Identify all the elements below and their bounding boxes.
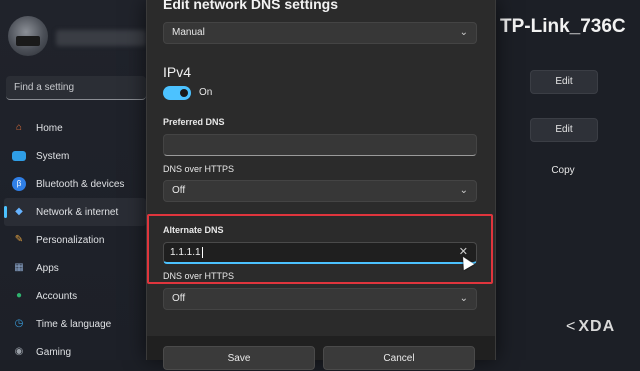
dns-over-https-value-1: Off [172, 185, 186, 196]
alternate-dns-input[interactable]: 1.1.1.1 ✕ [163, 242, 477, 264]
sidebar-item-label: Time & language [36, 318, 112, 330]
user-avatar[interactable] [8, 16, 48, 56]
sidebar-item-gaming[interactable]: ◉ Gaming [0, 338, 146, 366]
dialog-title: Edit network DNS settings [163, 0, 339, 12]
preferred-dns-input[interactable] [163, 134, 477, 156]
apps-icon: ▦ [14, 262, 24, 273]
sidebar-item-home[interactable]: ⌂ Home [0, 114, 146, 142]
monitor-icon [12, 151, 26, 161]
xda-watermark: < XDA [566, 318, 615, 336]
sidebar-item-bluetooth[interactable]: β Bluetooth & devices [0, 170, 146, 198]
text-caret [201, 246, 203, 258]
dns-over-https-select-2[interactable]: Off ⌄ [163, 288, 477, 310]
sidebar-item-time-language[interactable]: ◷ Time & language [0, 310, 146, 338]
sidebar-item-label: Bluetooth & devices [36, 178, 125, 190]
find-setting-input[interactable]: Find a setting [6, 76, 146, 100]
bluetooth-icon: β [12, 177, 26, 191]
edit-dns-button[interactable]: Edit [530, 118, 598, 142]
xda-text: XDA [578, 318, 616, 335]
network-name-title: TP-Link_736C [500, 16, 626, 37]
xda-mark: < [566, 318, 577, 335]
dns-mode-select[interactable]: Manual ⌄ [163, 22, 477, 44]
ipv4-heading: IPv4 [163, 64, 192, 80]
brush-icon: ✎ [14, 234, 24, 245]
edit-ip-button[interactable]: Edit [530, 70, 598, 94]
sidebar-item-label: Accounts [36, 290, 78, 302]
preferred-dns-label: Preferred DNS [163, 117, 225, 127]
dns-mode-value: Manual [172, 27, 205, 38]
chevron-down-icon: ⌄ [459, 293, 468, 304]
cancel-button[interactable]: Cancel [323, 346, 475, 370]
ipv4-toggle[interactable] [163, 86, 191, 100]
copy-button[interactable]: Copy [530, 160, 596, 182]
sidebar-item-label: Home [36, 122, 63, 134]
save-button[interactable]: Save [163, 346, 315, 370]
alternate-dns-label: Alternate DNS [163, 225, 224, 235]
settings-sidebar: Find a setting ⌂ Home System β Bluetooth… [0, 0, 146, 360]
chevron-down-icon: ⌄ [459, 27, 468, 38]
sidebar-item-label: Gaming [36, 346, 72, 358]
user-name-redacted [56, 30, 146, 46]
sidebar-item-label: Apps [36, 262, 59, 274]
dns-over-https-select-1[interactable]: Off ⌄ [163, 180, 477, 202]
sidebar-item-network[interactable]: ◆ Network & internet [4, 198, 146, 226]
edit-dns-dialog: Edit network DNS settings Manual ⌄ IPv4 … [146, 0, 496, 370]
person-icon: ● [15, 290, 23, 301]
home-icon: ⌂ [15, 122, 23, 133]
sidebar-item-apps[interactable]: ▦ Apps [0, 254, 146, 282]
sidebar-item-label: Network & internet [36, 206, 119, 218]
alternate-dns-value: 1.1.1.1 [170, 247, 201, 258]
dns-over-https-label-1: DNS over HTTPS [163, 164, 235, 174]
ipv4-toggle-label: On [199, 87, 213, 98]
dns-over-https-value-2: Off [172, 293, 186, 304]
sidebar-item-accounts[interactable]: ● Accounts [0, 282, 146, 310]
dns-over-https-label-2: DNS over HTTPS [163, 271, 235, 281]
network-icon: ◆ [15, 206, 23, 217]
chevron-down-icon: ⌄ [459, 185, 468, 196]
sidebar-item-personalization[interactable]: ✎ Personalization [0, 226, 146, 254]
sidebar-item-label: System [36, 150, 70, 162]
globe-clock-icon: ◷ [14, 318, 24, 329]
sidebar-item-system[interactable]: System [0, 142, 146, 170]
sidebar-nav: ⌂ Home System β Bluetooth & devices ◆ Ne… [0, 114, 146, 366]
sidebar-item-label: Personalization [36, 234, 105, 246]
gamepad-icon: ◉ [14, 346, 24, 357]
